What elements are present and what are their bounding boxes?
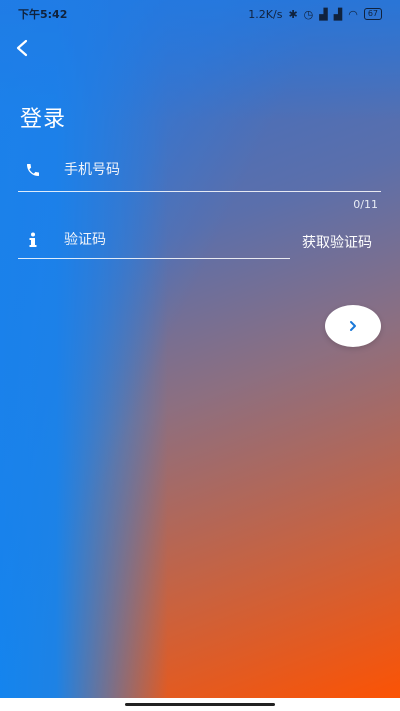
battery-icon: 67 <box>363 8 382 20</box>
phone-field <box>18 156 381 184</box>
wifi-icon: ◠ <box>348 7 358 21</box>
info-icon <box>18 232 48 248</box>
signal-icon: ▟ <box>319 7 328 21</box>
chevron-left-icon <box>16 39 28 57</box>
get-code-button[interactable]: 获取验证码 <box>302 232 372 252</box>
signal-icon-2: ▟ <box>333 7 343 21</box>
alarm-icon: ◷ <box>303 7 314 21</box>
chevron-right-icon <box>350 321 356 331</box>
status-bar: 下午5:42 1.2K/s ✱ ◷ ▟ ▟ ◠ 67 <box>0 0 400 28</box>
phone-input[interactable] <box>64 162 238 178</box>
page-title: 登录 <box>20 107 67 132</box>
home-indicator[interactable] <box>125 703 275 706</box>
code-field <box>18 226 288 254</box>
code-underline <box>18 258 290 259</box>
back-button[interactable] <box>10 36 34 60</box>
phone-underline <box>18 191 381 192</box>
status-time: 下午5:42 <box>18 8 68 21</box>
phone-char-counter: 0/11 <box>353 198 378 211</box>
code-input[interactable] <box>64 232 238 248</box>
network-speed: 1.2K/s <box>248 7 283 21</box>
phone-icon <box>18 162 48 178</box>
next-button[interactable] <box>325 305 381 347</box>
status-indicators: 1.2K/s ✱ ◷ ▟ ▟ ◠ 67 <box>248 8 382 21</box>
bluetooth-icon: ✱ <box>288 7 298 21</box>
